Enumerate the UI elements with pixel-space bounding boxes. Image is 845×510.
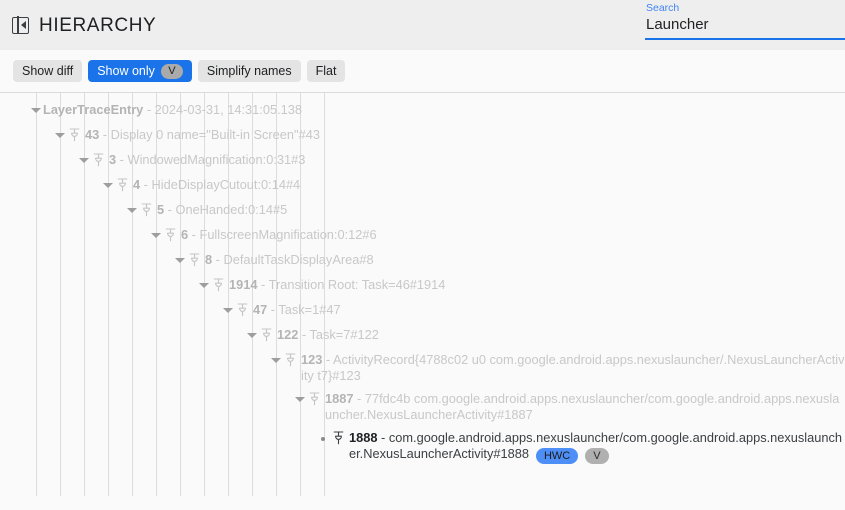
toolbar-button-label: Show only [97,60,155,82]
chevron-down-icon[interactable] [77,152,91,168]
tree-row[interactable]: 123 - ActivityRecord{4788c02 u0 com.goog… [0,348,845,387]
tree-row-detail: - 2024-03-31, 14:31:05.138 [143,102,302,117]
pin-icon[interactable] [283,352,298,368]
chevron-down-icon[interactable] [29,102,43,118]
chevron-down-icon[interactable] [101,177,115,193]
pin-icon[interactable] [115,177,130,193]
filter-toolbar: Show diff Show only V Simplify names Flat [0,50,845,92]
tree-row-label: 8 - DefaultTaskDisplayArea#8 [205,252,845,268]
tree-row[interactable]: LayerTraceEntry - 2024-03-31, 14:31:05.1… [0,98,845,123]
tree-row[interactable]: 43 - Display 0 name="Built-in Screen"#43 [0,123,845,148]
tree-row[interactable]: 4 - HideDisplayCutout:0:14#4 [0,173,845,198]
chevron-down-icon[interactable] [173,252,187,268]
tree-row-label: 3 - WindowedMagnification:0:31#3 [109,152,845,168]
flag-badge-v: V [585,448,608,464]
search-label: Search [645,2,845,14]
search-underline [645,38,845,40]
pin-icon[interactable] [187,252,202,268]
tree-row-label: 6 - FullscreenMagnification:0:12#6 [181,227,845,243]
tree-row[interactable]: 1888 - com.google.android.apps.nexuslaun… [0,426,845,465]
tree-row-label: 1888 - com.google.android.apps.nexuslaun… [349,430,845,462]
tree-rows: LayerTraceEntry - 2024-03-31, 14:31:05.1… [0,98,845,465]
tree-row-label: 123 - ActivityRecord{4788c02 u0 com.goog… [301,352,845,384]
tree-row-detail: - Task=7#122 [298,327,379,342]
tree-row-detail: - Transition Root: Task=46#1914 [257,277,445,292]
tree-row[interactable]: 5 - OneHanded:0:14#5 [0,198,845,223]
tree-row-detail: - HideDisplayCutout:0:14#4 [140,177,300,192]
tree-row-detail: - Task=1#47 [267,302,340,317]
tree-row-label: 5 - OneHanded:0:14#5 [157,202,845,218]
toolbar-button-show-only[interactable]: Show only V [88,60,192,82]
toolbar-button-simplify-names[interactable]: Simplify names [198,60,301,82]
chevron-down-icon[interactable] [269,352,283,368]
tree-row-name: 43 [85,127,99,142]
tree-row-name: 47 [253,302,267,317]
tree-row[interactable]: 122 - Task=7#122 [0,323,845,348]
collapse-panel-icon[interactable] [12,17,29,34]
leaf-bullet-icon [317,430,331,446]
tree-row-label: 4 - HideDisplayCutout:0:14#4 [133,177,845,193]
hierarchy-header: HIERARCHY Search [0,0,845,50]
tree-row-detail: - FullscreenMagnification:0:12#6 [188,227,377,242]
pin-icon[interactable] [67,127,82,143]
search-input[interactable] [645,14,845,36]
pin-icon[interactable] [307,391,322,407]
tree-row[interactable]: 6 - FullscreenMagnification:0:12#6 [0,223,845,248]
flag-badge-hwc: HWC [536,448,578,464]
tree-row[interactable]: 1887 - 77fdc4b com.google.android.apps.n… [0,387,845,426]
tree-row-name: 1914 [229,277,257,292]
toolbar-button-label: Simplify names [207,60,292,82]
chevron-down-icon[interactable] [245,327,259,343]
tree-row-label: 43 - Display 0 name="Built-in Screen"#43 [85,127,845,143]
chevron-down-icon[interactable] [221,302,235,318]
chevron-down-icon[interactable] [149,227,163,243]
tree-row[interactable]: 47 - Task=1#47 [0,298,845,323]
pin-icon[interactable] [235,302,250,318]
chevron-down-icon[interactable] [125,202,139,218]
tree-row-label: 47 - Task=1#47 [253,302,845,318]
tree-row[interactable]: 3 - WindowedMagnification:0:31#3 [0,148,845,173]
tree-row-detail: - ActivityRecord{4788c02 u0 com.google.a… [301,352,845,383]
tree-row-name: 1887 [325,391,353,406]
toolbar-button-flat[interactable]: Flat [307,60,346,82]
pin-icon[interactable] [91,152,106,168]
tree-row-detail: - Display 0 name="Built-in Screen"#43 [99,127,320,142]
tree-row-label: 1914 - Transition Root: Task=46#1914 [229,277,845,293]
tree-row-name: LayerTraceEntry [43,102,143,117]
toolbar-button-show-diff[interactable]: Show diff [13,60,82,82]
tree-row-detail: - OneHanded:0:14#5 [164,202,287,217]
tree-row-name: 1888 [349,430,377,445]
header-title-group: HIERARCHY [12,16,156,35]
tree-row-name: 123 [301,352,322,367]
search-field[interactable]: Search [645,2,845,40]
toolbar-button-chip: V [161,64,183,79]
pin-icon[interactable] [163,227,178,243]
page-title: HIERARCHY [39,16,156,35]
tree-row-label: 1887 - 77fdc4b com.google.android.apps.n… [325,391,845,423]
chevron-down-icon[interactable] [293,391,307,407]
pin-icon[interactable] [211,277,226,293]
tree-row-name: 122 [277,327,298,342]
tree-row-detail: - WindowedMagnification:0:31#3 [116,152,305,167]
hierarchy-tree[interactable]: LayerTraceEntry - 2024-03-31, 14:31:05.1… [0,93,845,510]
tree-row-label: 122 - Task=7#122 [277,327,845,343]
chevron-down-icon[interactable] [197,277,211,293]
toolbar-button-label: Show diff [22,60,73,82]
pin-icon[interactable] [259,327,274,343]
pin-icon[interactable] [139,202,154,218]
pin-icon[interactable] [331,430,346,446]
tree-row-detail: - DefaultTaskDisplayArea#8 [212,252,373,267]
tree-row[interactable]: 1914 - Transition Root: Task=46#1914 [0,273,845,298]
toolbar-button-label: Flat [316,60,337,82]
tree-row[interactable]: 8 - DefaultTaskDisplayArea#8 [0,248,845,273]
tree-row-label: LayerTraceEntry - 2024-03-31, 14:31:05.1… [43,102,845,118]
chevron-down-icon[interactable] [53,127,67,143]
tree-row-detail: - 77fdc4b com.google.android.apps.nexusl… [325,391,839,422]
